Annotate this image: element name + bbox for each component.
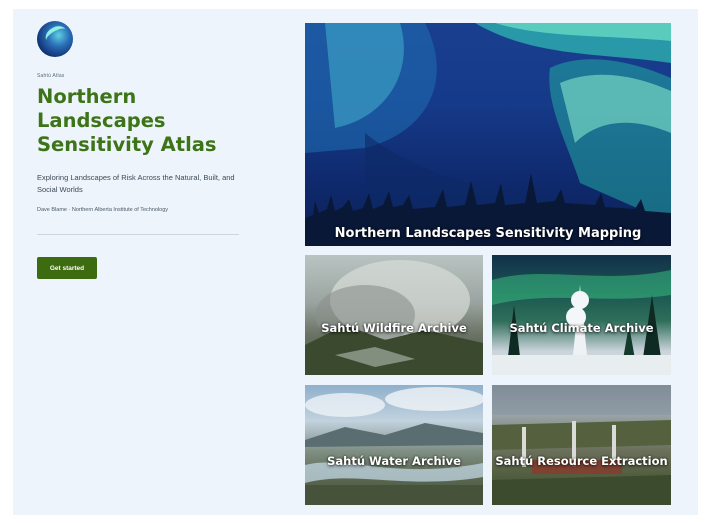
tile-water-archive[interactable]: Sahtú Water Archive	[305, 385, 483, 505]
tile-wildfire-archive[interactable]: Sahtú Wildfire Archive	[305, 255, 483, 375]
tile-label: Sahtú Climate Archive	[509, 321, 654, 335]
water-photo	[305, 387, 483, 505]
resource-photo	[492, 385, 671, 505]
page-background: Sahtú Atlas Northern Landscapes Sensitiv…	[13, 9, 698, 515]
tile-resource-extraction[interactable]: Sahtú Resource Extraction	[492, 385, 671, 505]
wildfire-photo	[305, 260, 483, 375]
tile-label: Sahtú Resource Extraction	[495, 454, 668, 468]
page-title: Northern Landscapes Sensitivity Atlas	[37, 85, 217, 156]
tile-label: Sahtú Wildfire Archive	[321, 321, 467, 335]
atlas-logo	[37, 21, 73, 57]
intro-panel: Sahtú Atlas Northern Landscapes Sensitiv…	[37, 21, 263, 279]
page-description: Exploring Landscapes of Risk Across the …	[37, 173, 235, 194]
climate-photo	[492, 270, 671, 375]
get-started-button[interactable]: Get started	[37, 257, 97, 279]
tile-label: Northern Landscapes Sensitivity Mapping	[334, 226, 642, 241]
tile-climate-archive[interactable]: Sahtú Climate Archive	[492, 255, 671, 375]
divider	[37, 234, 239, 235]
kicker-label: Sahtú Atlas	[37, 73, 65, 79]
aurora-illustration	[305, 23, 671, 246]
tile-sensitivity-mapping[interactable]: Northern Landscapes Sensitivity Mapping	[305, 23, 671, 246]
author-byline: Dave Blame · Northern Alberta Institute …	[37, 207, 169, 213]
tile-label: Sahtú Water Archive	[327, 454, 461, 468]
